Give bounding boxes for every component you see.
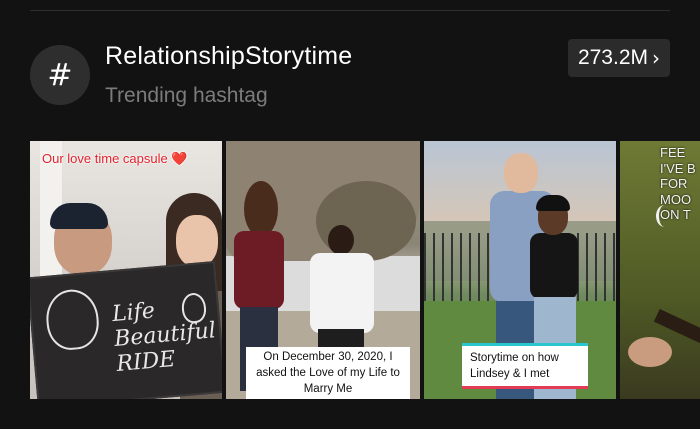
chalkboard-lettering: Life Beautiful RIDE: [111, 298, 217, 377]
woman-face: [176, 215, 218, 267]
video-thumbnail-2[interactable]: On December 30, 2020, I asked the Love o…: [226, 141, 420, 399]
man-head: [504, 153, 538, 193]
video-thumbnail-4[interactable]: FEE I'VE B FOR MOO ON T: [620, 141, 700, 399]
top-divider: [30, 10, 670, 11]
hand: [628, 337, 672, 367]
hashtag-subtitle: Trending hashtag: [105, 84, 268, 107]
baseball-cap: [50, 203, 108, 229]
hashtag-title[interactable]: RelationshipStorytime: [105, 42, 352, 71]
video-thumbnail-1[interactable]: Life Beautiful RIDE Our love time capsul…: [30, 141, 222, 399]
view-count: 273.2M: [577, 46, 648, 69]
chevron-right-icon: ›: [652, 46, 660, 70]
man-jacket: [310, 253, 374, 333]
hashtag-symbol: #: [47, 57, 73, 93]
video-caption-3: Storytime on how Lindsey & I met: [462, 343, 588, 389]
video-thumbnail-3[interactable]: Storytime on how Lindsey & I met: [424, 141, 616, 399]
view-count-button[interactable]: 273.2M ›: [567, 39, 670, 77]
man-head: [328, 225, 354, 255]
video-caption-1: Our love time capsule ❤️: [42, 151, 188, 167]
woman-jacket: [530, 233, 578, 299]
hot-air-balloon-drawing: [43, 287, 101, 352]
video-caption-2: On December 30, 2020, I asked the Love o…: [246, 347, 410, 399]
woman-hair: [244, 181, 278, 237]
woman-shirt: [234, 231, 284, 309]
heart-icon: ❤️: [171, 151, 188, 166]
woman-beanie: [536, 195, 570, 211]
chalkboard-box: Life Beautiful RIDE: [30, 261, 222, 399]
hashtag-icon: #: [30, 45, 90, 105]
video-thumbnail-strip: Life Beautiful RIDE Our love time capsul…: [30, 141, 700, 399]
caption-text: Our love time capsule: [42, 151, 168, 166]
video-caption-4: FEE I'VE B FOR MOO ON T: [660, 145, 696, 222]
